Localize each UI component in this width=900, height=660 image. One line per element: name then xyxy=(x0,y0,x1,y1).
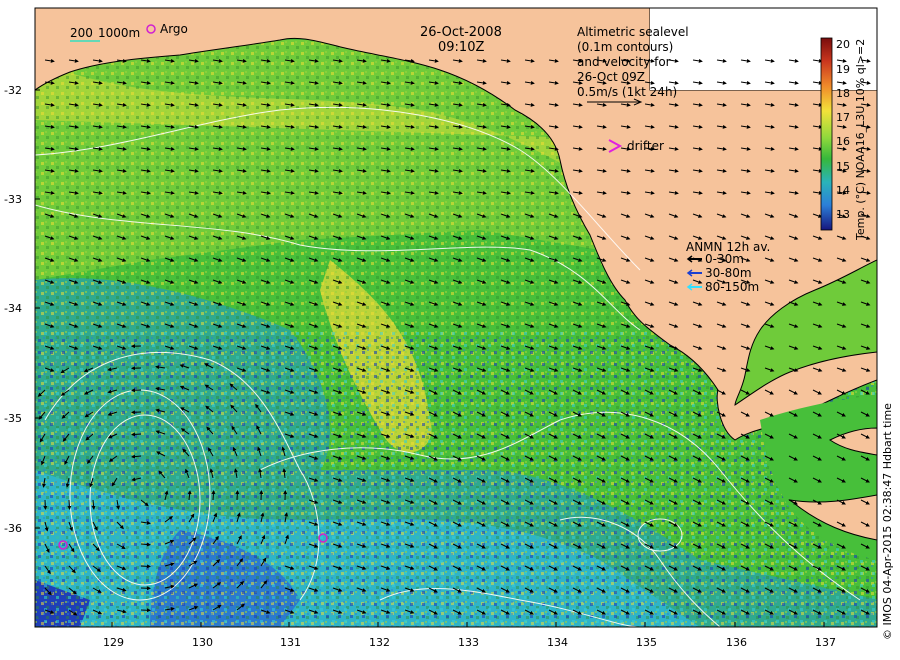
argo-label: Argo xyxy=(160,22,188,36)
colorbar-tick: 15 xyxy=(836,160,850,173)
sst-map: -32 -33 -34 -35 -36 129 130 131 132 133 … xyxy=(4,7,878,649)
colorbar-tick: 18 xyxy=(836,87,850,100)
lat-tick-label: -36 xyxy=(4,522,22,535)
lat-tick-label: -33 xyxy=(4,193,22,206)
colorbar-label: Temp. (°C) NOAA16_L3U 10% ql>=2 xyxy=(854,39,867,241)
lon-tick-label: 137 xyxy=(815,636,836,649)
lon-tick-label: 129 xyxy=(103,636,124,649)
velocity-arrow xyxy=(67,499,72,510)
lon-tick-label: 131 xyxy=(280,636,301,649)
drifter-label: drifter xyxy=(627,139,664,153)
lon-tick-label: 136 xyxy=(726,636,747,649)
lat-tick-label: -34 xyxy=(4,302,22,315)
velocity-arrow xyxy=(131,432,142,437)
altimetry-line: 26-Oct 09Z xyxy=(577,70,645,84)
velocity-arrow xyxy=(211,490,216,501)
colorbar-tick: 19 xyxy=(836,63,850,76)
colorbar-tick: 17 xyxy=(836,111,850,124)
lon-tick-label: 132 xyxy=(369,636,390,649)
lon-tick-label: 135 xyxy=(636,636,657,649)
altimetry-line: Altimetric sealevel xyxy=(577,25,689,39)
anmn-item-label: 30-80m xyxy=(705,266,752,280)
altimetry-line: 0.5m/s (1kt 24h) xyxy=(577,85,677,99)
lon-tick-label: 130 xyxy=(192,636,213,649)
lon-tick-label: 133 xyxy=(458,636,479,649)
colorbar-tick: 16 xyxy=(836,135,850,148)
altimetry-line: (0.1m contours) xyxy=(577,40,673,54)
altimetry-line: and velocity for xyxy=(577,55,671,69)
anmn-item-label: 80-150m xyxy=(705,280,759,294)
map-time: 09:10Z xyxy=(438,40,484,55)
isobath-200-label: 200 xyxy=(70,26,93,40)
credit-text: © IMOS 04-Apr-2015 02:38:47 Hdbart time xyxy=(881,403,894,640)
lon-tick-label: 134 xyxy=(547,636,568,649)
colorbar-tick: 13 xyxy=(836,208,850,221)
isobath-1000-label: 1000m xyxy=(98,26,140,40)
colorbar-tick: 20 xyxy=(836,38,850,51)
colorbar-tick: 14 xyxy=(836,184,850,197)
lat-tick-label: -32 xyxy=(4,84,22,97)
colorbar: 20 19 18 17 16 15 14 13 Temp. (°C) NOAA1… xyxy=(820,37,867,241)
lat-tick-label: -35 xyxy=(4,412,22,425)
anmn-item-label: 0-30m xyxy=(705,252,744,266)
colorbar-gradient xyxy=(820,37,833,231)
velocity-arrow xyxy=(140,564,151,569)
isobath-legend: 200 1000m xyxy=(70,26,140,42)
map-date: 26-Oct-2008 xyxy=(420,25,502,40)
